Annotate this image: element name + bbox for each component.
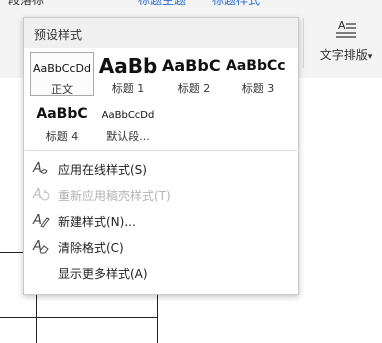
style-name: 标题 2: [177, 82, 211, 95]
style-sample: AaBbCc: [226, 58, 286, 74]
new-style-item[interactable]: A 新建样式(N)...: [24, 207, 298, 233]
style-a-icon: A: [32, 161, 48, 176]
text-layout-button[interactable]: A 文字排版▾: [310, 16, 382, 70]
menu-label: 新建样式(N)...: [58, 215, 136, 229]
style-default-paragraph[interactable]: AaBbCcDd 默认段...: [96, 102, 160, 146]
style-name: 正文: [51, 83, 73, 96]
table-border: [36, 293, 37, 343]
svg-text:A: A: [338, 19, 346, 32]
style-name: 标题 4: [45, 130, 79, 143]
style-heading-4[interactable]: AaBbC 标题 4: [30, 102, 94, 146]
ribbon-tab-partial-2[interactable]: 标题主题: [138, 0, 186, 8]
text-layout-icon: A: [336, 19, 356, 38]
reapply-style-item[interactable]: A 重新应用稿壳样式(T): [24, 181, 298, 207]
ribbon-separator: [303, 18, 304, 68]
style-name: 标题 1: [111, 82, 145, 95]
menu-label: 显示更多样式(A): [58, 267, 148, 281]
clear-format-item[interactable]: A 清除格式(C): [24, 233, 298, 259]
new-style-icon: A: [32, 213, 50, 228]
style-sample: AaBbCcDd: [33, 62, 91, 75]
preset-styles-panel: 预设样式 AaBbCcDd 正文 AaBb 标题 1 AaBbC 标题 2 Aa…: [23, 17, 299, 295]
style-normal[interactable]: AaBbCcDd 正文: [30, 52, 94, 96]
text-layout-label: 文字排版▾: [319, 48, 373, 62]
style-name: 标题 3: [241, 82, 275, 95]
clear-format-icon: A: [32, 239, 49, 254]
panel-divider: [25, 150, 297, 151]
table-border: [157, 293, 158, 343]
menu-label: 重新应用稿壳样式(T): [58, 189, 171, 203]
style-sample: AaBbCcDd: [101, 110, 155, 121]
svg-text:A: A: [32, 161, 42, 176]
style-heading-3[interactable]: AaBbCc 标题 3: [226, 52, 290, 96]
style-heading-2[interactable]: AaBbC 标题 2: [162, 52, 226, 96]
reapply-style-icon: A: [32, 187, 50, 202]
svg-text:A: A: [32, 187, 42, 202]
panel-title: 预设样式: [34, 28, 83, 42]
table-border: [0, 252, 23, 253]
style-heading-1[interactable]: AaBb 标题 1: [96, 52, 160, 96]
svg-text:A: A: [32, 213, 42, 228]
panel-header: 预设样式: [24, 18, 298, 48]
apply-online-style-item[interactable]: A 应用在线样式(S): [24, 155, 298, 181]
style-sample: AaBbC: [36, 106, 88, 122]
ribbon-tab-partial[interactable]: 段落标: [8, 0, 44, 8]
style-sample: AaBbC: [162, 56, 221, 75]
table-border: [0, 317, 158, 318]
show-more-styles-item[interactable]: 显示更多样式(A): [24, 259, 298, 285]
menu-label: 清除格式(C): [58, 241, 124, 255]
menu-label: 应用在线样式(S): [58, 163, 147, 177]
style-sample: AaBb: [98, 54, 158, 78]
style-name: 默认段...: [106, 130, 150, 143]
ribbon-tab-partial-3[interactable]: 标题样式: [212, 0, 260, 8]
